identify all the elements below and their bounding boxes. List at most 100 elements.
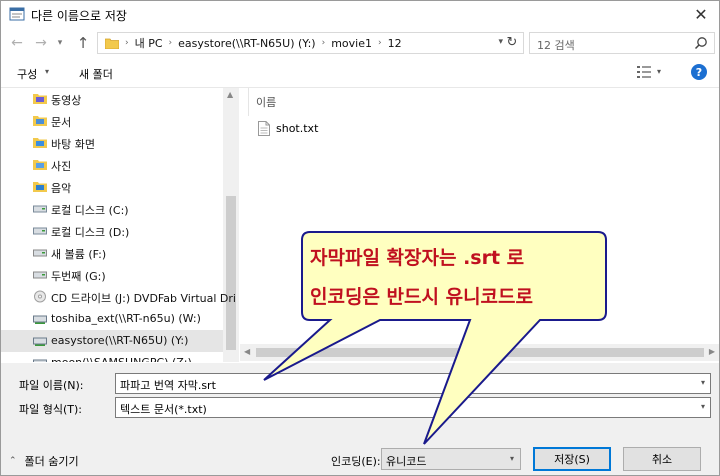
save-button[interactable]: 저장(S) [533, 447, 611, 471]
sidebar-item[interactable]: 음악 [1, 176, 223, 198]
cancel-button[interactable]: 취소 [623, 447, 701, 471]
breadcrumb-this-pc[interactable]: 내 PC [135, 35, 163, 51]
chevron-down-icon[interactable]: ▾ [657, 67, 661, 76]
filename-input[interactable]: 파파고 번역 자막.srt ▾ [115, 373, 711, 394]
breadcrumb-12[interactable]: 12 [388, 37, 402, 50]
view-options-icon[interactable] [637, 66, 651, 78]
chevron-down-icon[interactable]: ▾ [701, 402, 705, 411]
file-name: shot.txt [276, 122, 319, 135]
network-drive-icon [33, 359, 47, 362]
forward-arrow-icon[interactable]: → [31, 32, 51, 54]
command-bar: 구성 ▾ 새 폴더 ▾ ? [1, 60, 719, 86]
hide-folders-label: 폴더 숨기기 [24, 455, 79, 468]
chevron-down-icon[interactable]: ▾ [701, 378, 705, 387]
organize-button[interactable]: 구성 [17, 66, 37, 82]
chevron-up-icon: ⌃ [9, 456, 17, 466]
sidebar-item-label: toshiba_ext(\\RT-n65u) (W:) [51, 312, 201, 325]
sidebar-item-label: easystore(\\RT-N65U) (Y:) [51, 334, 189, 347]
chevron-right-icon: › [125, 38, 129, 48]
chevron-right-icon[interactable]: › [378, 38, 382, 48]
sidebar-item-label: 두번째 (G:) [51, 270, 106, 283]
video-folder-icon [33, 94, 47, 104]
divider [248, 88, 249, 116]
sidebar-item[interactable]: 두번째 (G:) [1, 264, 223, 286]
hide-folders-toggle[interactable]: ⌃ 폴더 숨기기 [9, 453, 79, 469]
sidebar-item[interactable]: 바탕 화면 [1, 132, 223, 154]
new-folder-button[interactable]: 새 폴더 [79, 66, 113, 82]
callout-line-1: 자막파일 확장자는 .srt 로 [310, 247, 525, 269]
sidebar-item[interactable]: 문서 [1, 110, 223, 132]
encoding-select[interactable]: 유니코드 ▾ [381, 448, 521, 470]
search-placeholder: 12 검색 [537, 39, 575, 52]
window-title: 다른 이름으로 저장 [31, 9, 127, 23]
back-arrow-icon[interactable]: ← [7, 32, 27, 54]
chevron-right-icon[interactable]: › [322, 38, 326, 48]
search-input[interactable]: 12 검색 [529, 32, 715, 54]
scroll-right-icon[interactable]: ▶ [709, 347, 715, 356]
horizontal-scrollbar[interactable]: ◀ ▶ [240, 344, 719, 361]
title-bar: 다른 이름으로 저장 ✕ [1, 1, 719, 27]
filetype-select[interactable]: 텍스트 문서(*.txt) ▾ [115, 397, 711, 418]
network-drive-icon [33, 337, 47, 346]
up-arrow-icon[interactable]: ↑ [73, 32, 93, 54]
cd-drive-icon [34, 290, 46, 303]
sidebar-item[interactable]: easystore(\\RT-N65U) (Y:) [1, 330, 223, 352]
save-form: 파일 이름(N): 파파고 번역 자막.srt ▾ 파일 형식(T): 텍스트 … [1, 363, 719, 475]
drive-icon [33, 271, 47, 279]
breadcrumb-movie1[interactable]: movie1 [331, 37, 372, 50]
breadcrumb-easystore[interactable]: easystore(\\RT-N65U) (Y:) [178, 37, 315, 50]
encoding-label: 인코딩(E): [331, 455, 381, 468]
filename-label: 파일 이름(N): [19, 379, 84, 392]
documents-folder-icon [33, 116, 47, 126]
sidebar-item[interactable]: 사진 [1, 154, 223, 176]
scrollbar-thumb[interactable] [256, 348, 704, 357]
search-icon [694, 37, 707, 50]
file-list-pane: 이름 shot.txt ◀ ▶ [240, 88, 719, 362]
help-icon[interactable]: ? [691, 64, 707, 80]
encoding-value: 유니코드 [386, 455, 427, 468]
address-row: ← → ▾ ↑ › 내 PC › easystore(\\RT-N65U) (Y… [1, 30, 719, 56]
filetype-value: 텍스트 문서(*.txt) [120, 403, 207, 416]
local-disk-icon [33, 227, 47, 235]
refresh-icon[interactable]: ↻ [504, 35, 520, 50]
folder-icon [105, 38, 119, 49]
desktop-folder-icon [33, 138, 47, 148]
local-disk-icon [33, 205, 47, 213]
address-dropdown-icon[interactable]: ▾ [498, 37, 503, 47]
sidebar-item-label: moon(\\SAMSUNGPC) (Z:) [51, 356, 192, 362]
navigation-pane: ▲ 동영상문서바탕 화면 사진음악로컬 디스크 (C:) 로컬 디스크 (D:) 새 … [1, 88, 239, 362]
filename-value: 파파고 번역 자막.srt [120, 379, 216, 392]
column-header-name[interactable]: 이름 [256, 94, 276, 110]
sidebar-item-label: CD 드라이브 (J:) DVDFab Virtual Dri [51, 292, 236, 305]
filetype-label: 파일 형식(T): [19, 403, 82, 416]
address-bar[interactable]: › 내 PC › easystore(\\RT-N65U) (Y:) › mov… [97, 32, 524, 54]
scrollbar-thumb[interactable] [226, 196, 236, 350]
nav-scrollbar[interactable]: ▲ [223, 88, 239, 362]
recent-locations-chevron-icon[interactable]: ▾ [53, 32, 67, 54]
close-button[interactable]: ✕ [689, 3, 713, 25]
sidebar-item-label: 음악 [51, 182, 72, 195]
sidebar-item[interactable]: 로컬 디스크 (C:) [1, 198, 223, 220]
chevron-right-icon[interactable]: › [169, 38, 173, 48]
sidebar-item-label: 문서 [51, 116, 72, 129]
callout-line-2: 인코딩은 반드시 유니코드로 [310, 286, 533, 308]
scroll-left-icon[interactable]: ◀ [244, 347, 250, 356]
chevron-down-icon[interactable]: ▾ [510, 454, 514, 463]
pictures-folder-icon [33, 160, 47, 170]
notepad-app-icon [9, 7, 25, 21]
sidebar-item[interactable]: 로컬 디스크 (D:) [1, 220, 223, 242]
network-drive-icon [33, 315, 47, 324]
sidebar-item[interactable]: toshiba_ext(\\RT-n65u) (W:) [1, 308, 223, 330]
sidebar-item[interactable]: CD 드라이브 (J:) DVDFab Virtual Dri [1, 286, 236, 308]
chevron-down-icon[interactable]: ▾ [45, 67, 49, 76]
sidebar-item[interactable]: 동영상 [1, 88, 223, 110]
file-item[interactable]: shot.txt [256, 120, 376, 140]
text-file-icon [258, 121, 270, 136]
sidebar-item-label: 로컬 디스크 (C:) [51, 204, 129, 217]
drive-icon [33, 249, 47, 257]
music-folder-icon [33, 182, 47, 192]
sidebar-item[interactable]: 새 볼륨 (F:) [1, 242, 223, 264]
scroll-up-icon[interactable]: ▲ [227, 90, 233, 99]
sidebar-item[interactable]: moon(\\SAMSUNGPC) (Z:) [1, 352, 223, 362]
sidebar-item-label: 새 볼륨 (F:) [51, 248, 107, 261]
